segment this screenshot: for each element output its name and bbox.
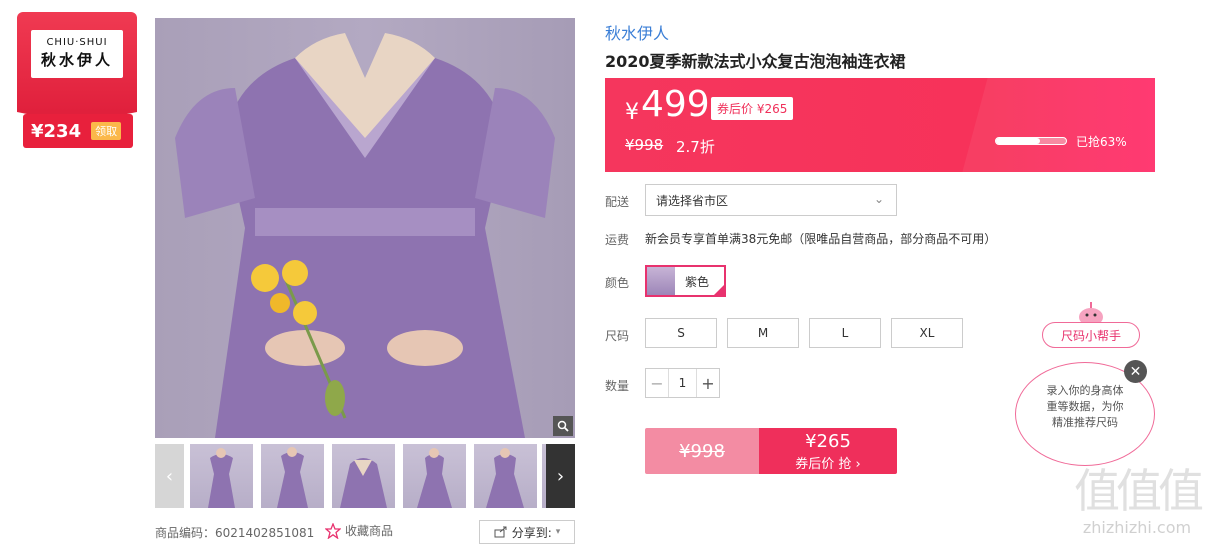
- buy-coupon-section[interactable]: ¥265 券后价 抢 ›: [759, 428, 897, 474]
- dress-illustration: [175, 33, 555, 438]
- buy-original-price: ¥998: [645, 428, 759, 474]
- star-icon: [325, 522, 341, 539]
- close-icon[interactable]: ✕: [1124, 360, 1147, 383]
- sold-progress-bar: [995, 137, 1067, 145]
- discount-rate: 2.7折: [676, 138, 715, 156]
- share-icon: [494, 526, 507, 538]
- brand-coupon-badge[interactable]: CHIU·SHUI 秋水伊人: [17, 12, 137, 124]
- chevron-down-icon: ⌄: [873, 192, 884, 206]
- thumbnail[interactable]: [332, 444, 395, 508]
- thumbnail[interactable]: [474, 444, 537, 508]
- price-currency: ¥: [625, 100, 639, 125]
- color-label: 颜色: [605, 276, 630, 290]
- brand-link[interactable]: 秋水伊人: [605, 20, 669, 44]
- brand-logo-en: CHIU·SHUI: [46, 37, 108, 48]
- zoom-icon[interactable]: [553, 416, 573, 436]
- share-label: 分享到:: [511, 525, 552, 540]
- price-panel-stripe: [962, 78, 1155, 172]
- sold-progress-fill: [996, 138, 1041, 144]
- coupon-get-button[interactable]: 领取: [91, 122, 122, 140]
- product-title: 2020夏季新款法式小众复古泡泡袖连衣裙: [605, 52, 906, 71]
- product-page: CHIU·SHUI 秋水伊人 ¥234 领取 ‹ › 商品编码：60214028…: [0, 0, 1212, 548]
- original-price: ¥998: [625, 136, 664, 154]
- watermark-url: zhizhizhi.com: [1082, 518, 1192, 537]
- thumbnail-prev-button[interactable]: ‹: [155, 444, 184, 508]
- qty-value[interactable]: 1: [668, 369, 697, 397]
- share-button[interactable]: 分享到: ▾: [479, 520, 575, 544]
- thumbnail[interactable]: [403, 444, 466, 508]
- sold-percent: 已抢63%: [1076, 135, 1127, 149]
- brand-logo: CHIU·SHUI 秋水伊人: [31, 30, 123, 78]
- fee-text: 新会员专享首单满38元免邮（限唯品自营商品，部分商品不可用）: [645, 232, 997, 246]
- buy-button[interactable]: ¥998 ¥265 券后价 抢 ›: [645, 428, 897, 474]
- watermark-mark: 值值值: [1074, 464, 1204, 518]
- color-swatch: [647, 267, 675, 295]
- favorite-label: 收藏商品: [345, 524, 394, 538]
- image-meta-row: 商品编码：6021402851081 收藏商品 分享到: ▾: [155, 516, 575, 544]
- size-helper-tag[interactable]: 尺码小帮手: [1042, 322, 1140, 348]
- size-option-m[interactable]: M: [727, 318, 799, 348]
- current-price: 499: [641, 84, 710, 125]
- size-label: 尺码: [605, 329, 630, 343]
- thumbnail[interactable]: [261, 444, 324, 508]
- coupon-price-tag: 券后价 ¥265: [711, 97, 794, 120]
- thumbnail[interactable]: [190, 444, 253, 508]
- coupon-amount: ¥234: [31, 120, 82, 142]
- size-option-xl[interactable]: XL: [891, 318, 963, 348]
- ship-region-value: 请选择省市区: [656, 193, 729, 208]
- sku-text: 商品编码：6021402851081: [155, 526, 315, 540]
- buy-action-label: 券后价 抢 ›: [795, 457, 861, 472]
- size-helper-line2: 重等数据，为你: [1046, 400, 1124, 413]
- thumbnail-next-button[interactable]: ›: [546, 444, 575, 508]
- quantity-stepper: − 1 +: [645, 368, 720, 398]
- price-panel: ¥ 499 券后价 ¥265 ¥998 2.7折 已抢63%: [605, 78, 1155, 172]
- coupon-strip[interactable]: ¥234 领取: [23, 114, 133, 148]
- watermark: 值值值 zhizhizhi.com: [1062, 464, 1212, 548]
- size-helper-line3: 精准推荐尺码: [1052, 416, 1118, 429]
- size-helper-line1: 录入你的身高体: [1046, 384, 1124, 397]
- qty-decrease-button[interactable]: −: [646, 369, 668, 397]
- chevron-down-icon: ▾: [555, 527, 561, 537]
- main-product-image[interactable]: [155, 18, 575, 438]
- brand-logo-cn: 秋水伊人: [40, 51, 113, 69]
- ship-label: 配送: [605, 195, 630, 209]
- color-option-label: 紫色: [685, 274, 710, 289]
- size-option-s[interactable]: S: [645, 318, 717, 348]
- fee-label: 运费: [605, 233, 630, 247]
- qty-increase-button[interactable]: +: [697, 369, 719, 397]
- buy-coupon-price: ¥265: [805, 431, 851, 452]
- thumbnail-strip: ‹ ›: [155, 444, 575, 508]
- selected-check-icon: [712, 283, 726, 297]
- ship-region-select[interactable]: 请选择省市区 ⌄: [645, 184, 897, 216]
- size-option-l[interactable]: L: [809, 318, 881, 348]
- favorite-button[interactable]: 收藏商品: [325, 522, 393, 539]
- color-option-purple[interactable]: 紫色: [645, 265, 726, 297]
- qty-label: 数量: [605, 379, 630, 393]
